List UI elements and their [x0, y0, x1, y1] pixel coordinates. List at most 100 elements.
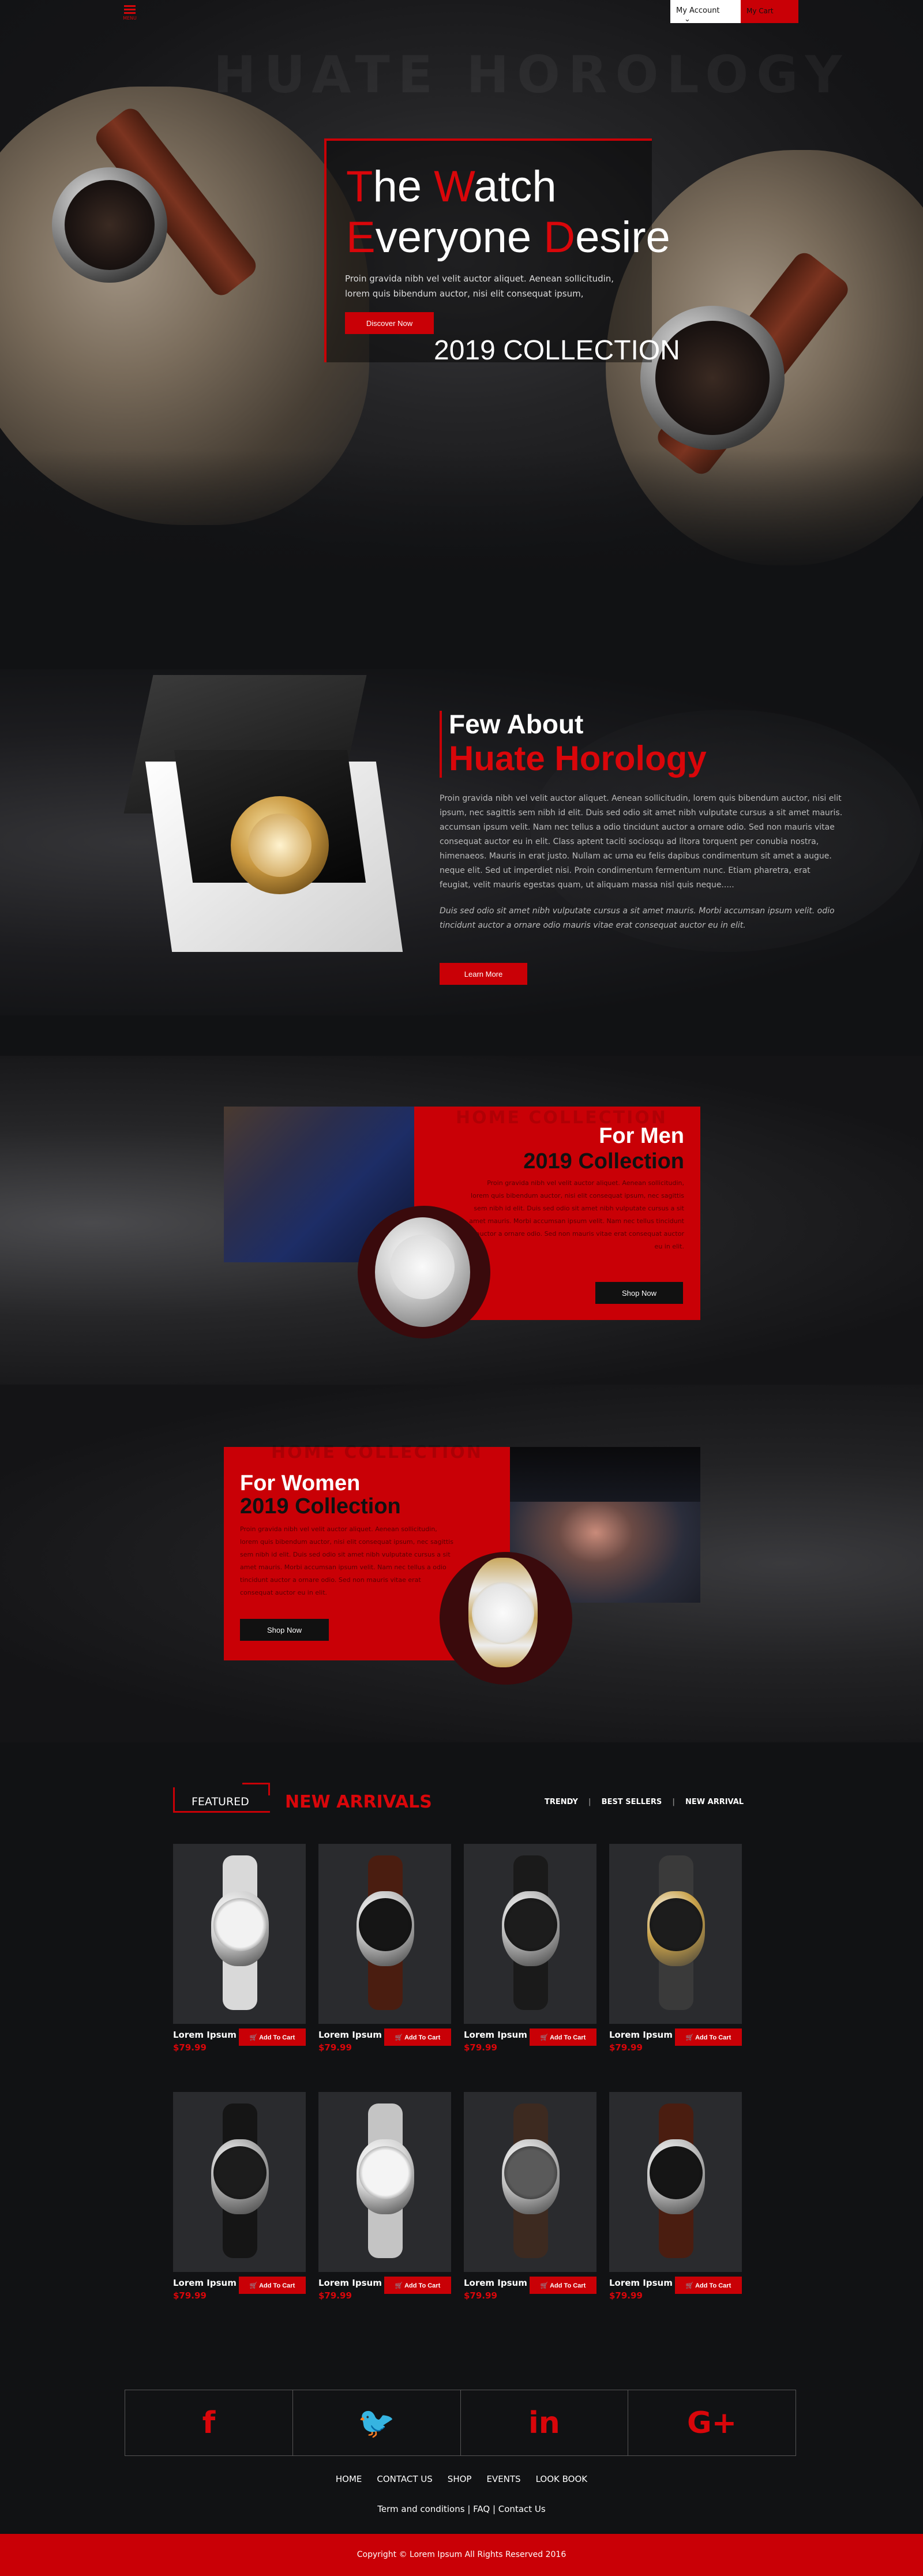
hero-fade [0, 450, 923, 577]
women-gold-watch-face [472, 1582, 534, 1644]
tab-trendy[interactable]: TRENDY [545, 1798, 578, 1806]
hero-title-initial: E [346, 213, 376, 262]
learn-more-button[interactable]: Learn More [440, 963, 527, 985]
product-price: $79.99 [173, 2042, 207, 2053]
footer-links[interactable]: Term and conditions | FAQ | Contact Us [0, 2504, 923, 2514]
women-photo-hat [510, 1447, 700, 1502]
cart-icon: 🛒 [685, 2034, 696, 2041]
add-to-cart-button[interactable]: 🛒 Add To Cart [239, 2028, 306, 2046]
add-to-cart-button[interactable]: 🛒 Add To Cart [675, 2277, 742, 2294]
add-to-cart-button[interactable]: 🛒 Add To Cart [675, 2028, 742, 2046]
facebook-link[interactable]: f [125, 2390, 293, 2455]
product-watch-face [504, 1898, 557, 1951]
my-cart-label: My Cart [746, 7, 774, 15]
add-to-cart-label: Add To Cart [259, 2034, 295, 2041]
hero-title-text: atch [474, 162, 557, 211]
men-subtitle: 2019 Collection [523, 1149, 684, 1173]
add-to-cart-button[interactable]: 🛒 Add To Cart [530, 2028, 596, 2046]
hero-collection-label: 2019 COLLECTION [434, 335, 680, 366]
product-watch-face [359, 1898, 412, 1951]
facebook-icon: f [202, 2405, 216, 2440]
google-plus-icon: G+ [686, 2405, 737, 2440]
twitter-icon: 🐦 [358, 2406, 395, 2440]
men-shop-now-button[interactable]: Shop Now [595, 1282, 683, 1304]
men-title: For Men [599, 1124, 684, 1148]
product-price: $79.99 [318, 2290, 352, 2301]
add-to-cart-label: Add To Cart [259, 2282, 295, 2289]
cart-icon: 🛒 [540, 2034, 550, 2041]
featured-frame-corner [242, 1783, 270, 1795]
product-watch-face [650, 2146, 703, 2199]
featured-tabs: TRENDY | BEST SELLERS | NEW ARRIVAL [545, 1798, 744, 1806]
new-arrivals-title: NEW ARRIVALS [285, 1792, 432, 1812]
product-name: Lorem Ipsum [173, 2278, 237, 2288]
featured-label: FEATURED [192, 1795, 249, 1808]
product-name: Lorem Ipsum [464, 2030, 527, 2040]
tab-best-sellers[interactable]: BEST SELLERS [602, 1798, 662, 1806]
hero-text: Proin gravida nibh vel velit auctor aliq… [345, 273, 614, 299]
product-card[interactable] [609, 2092, 742, 2272]
product-name: Lorem Ipsum [318, 2278, 382, 2288]
women-shop-now-button[interactable]: Shop Now [240, 1619, 329, 1641]
product-card[interactable] [173, 2092, 306, 2272]
google-plus-link[interactable]: G+ [628, 2390, 796, 2455]
product-card[interactable] [173, 1844, 306, 2024]
product-name: Lorem Ipsum [609, 2030, 673, 2040]
linkedin-link[interactable]: in [461, 2390, 629, 2455]
product-price: $79.99 [609, 2290, 643, 2301]
social-bar: f 🐦 in G+ [125, 2390, 796, 2456]
linkedin-icon: in [528, 2405, 560, 2440]
menu-button[interactable]: MENU [118, 3, 141, 23]
add-to-cart-button[interactable]: 🛒 Add To Cart [384, 2277, 451, 2294]
product-card[interactable] [464, 2092, 596, 2272]
product-watch-face [650, 1898, 703, 1951]
my-account-dropdown[interactable]: My Account ⌄ [670, 0, 741, 24]
add-to-cart-button[interactable]: 🛒 Add To Cart [530, 2277, 596, 2294]
discover-now-button[interactable]: Discover Now [345, 312, 434, 334]
footer-nav-contact[interactable]: CONTACT US [377, 2474, 432, 2484]
product-card[interactable] [609, 1844, 742, 2024]
product-name: Lorem Ipsum [173, 2030, 237, 2040]
product-watch-face [213, 2146, 267, 2199]
hero-watch-left-face [65, 180, 155, 270]
tab-separator: | [672, 1798, 676, 1806]
add-to-cart-label: Add To Cart [695, 2282, 731, 2289]
footer-nav-home[interactable]: HOME [336, 2474, 362, 2484]
hero-title-text: veryone [375, 213, 544, 262]
gold-watch-face [248, 813, 312, 877]
menu-label: MENU [123, 16, 137, 21]
footer-nav-look-book[interactable]: LOOK BOOK [536, 2474, 588, 2484]
women-ghost-text: HOME COLLECTION [271, 1442, 483, 1463]
cart-icon: 🛒 [540, 2282, 550, 2289]
product-watch-face [504, 2146, 557, 2199]
hero-watch-left [52, 167, 167, 283]
hero-title-text: he [373, 162, 434, 211]
men-silver-watch-face [390, 1235, 455, 1299]
cart-icon: 🛒 [395, 2034, 405, 2041]
product-card[interactable] [318, 1844, 451, 2024]
add-to-cart-button[interactable]: 🛒 Add To Cart [384, 2028, 451, 2046]
women-text: Proin gravida nibh vel velit auctor aliq… [240, 1525, 453, 1596]
product-name: Lorem Ipsum [609, 2278, 673, 2288]
about-accent-bar [440, 711, 442, 778]
add-to-cart-label: Add To Cart [695, 2034, 731, 2041]
product-card[interactable] [464, 1844, 596, 2024]
twitter-link[interactable]: 🐦 [293, 2390, 461, 2455]
hero-title: The Watch Everyone Desire [346, 162, 670, 263]
product-price: $79.99 [464, 2290, 497, 2301]
product-card[interactable] [318, 2092, 451, 2272]
add-to-cart-button[interactable]: 🛒 Add To Cart [239, 2277, 306, 2294]
hero-title-initial: W [434, 162, 474, 211]
men-text: Proin gravida nibh vel velit auctor aliq… [469, 1179, 684, 1250]
footer-nav-events[interactable]: EVENTS [486, 2474, 520, 2484]
hero-title-initial: T [346, 162, 373, 211]
cart-icon: 🛒 [249, 2034, 260, 2041]
footer-nav-shop[interactable]: SHOP [448, 2474, 472, 2484]
product-name: Lorem Ipsum [464, 2278, 527, 2288]
hero-title-initial: D [543, 213, 576, 262]
footer-nav: HOME CONTACT US SHOP EVENTS LOOK BOOK [0, 2474, 923, 2484]
tab-new-arrival[interactable]: NEW ARRIVAL [685, 1798, 744, 1806]
hamburger-icon [118, 5, 141, 14]
my-cart-button[interactable]: My Cart [741, 0, 798, 23]
add-to-cart-label: Add To Cart [550, 2034, 586, 2041]
